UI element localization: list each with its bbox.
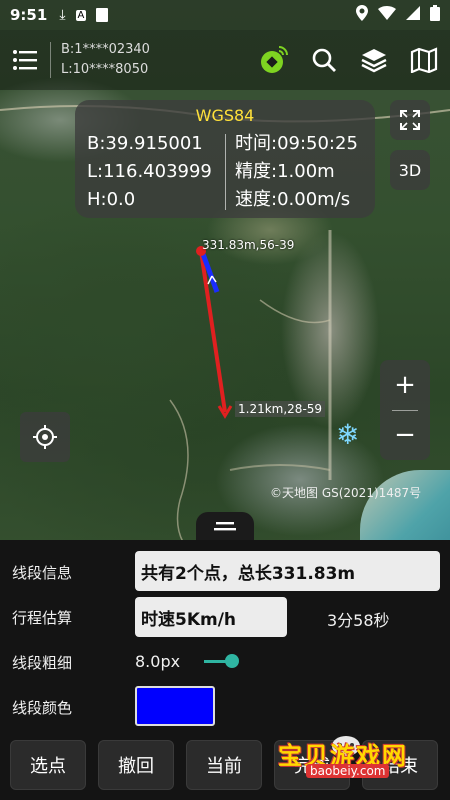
map-button[interactable] <box>406 42 442 78</box>
line-color-swatch[interactable] <box>135 686 215 726</box>
wifi-icon <box>378 6 396 24</box>
layers-icon <box>361 49 387 73</box>
3d-label: 3D <box>398 160 422 180</box>
mini-coordinates: B:1****02340 L:10****8050 <box>61 40 150 80</box>
status-bar: 9:51 ⤓ A <box>0 0 450 30</box>
zoom-out-button[interactable]: − <box>380 410 430 460</box>
point-label-start: 331.83m,56-39 <box>202 238 295 252</box>
thickness-value: 8.0px <box>135 652 181 671</box>
datum-label: WGS84 <box>195 106 255 125</box>
map-icon <box>410 47 438 73</box>
thickness-label: 线段粗细 <box>12 654 73 672</box>
gps-info-panel: WGS84 B:39.915001 L:116.403999 H:0.0 时间:… <box>75 100 375 218</box>
estimate-label: 行程估算 <box>12 609 73 627</box>
status-column: 时间:09:50:25 精度:1.00m 速度:0.00m/s <box>235 130 358 214</box>
location-icon <box>356 5 368 25</box>
fullscreen-button[interactable] <box>390 100 430 140</box>
mini-coord-l: L:10****8050 <box>61 62 149 77</box>
segment-info-label: 线段信息 <box>12 564 73 582</box>
finish-button[interactable]: 完成 <box>274 740 350 790</box>
undo-button[interactable]: 撤回 <box>98 740 174 790</box>
drag-handle-icon <box>214 522 236 531</box>
zoom-control: + − <box>380 360 430 460</box>
map-attribution: ©天地图 GS(2021)1487号 <box>270 486 422 500</box>
select-point-button[interactable]: 选点 <box>10 740 86 790</box>
snowflake-icon[interactable]: ❄ <box>336 418 359 451</box>
status-time: 9:51 <box>10 6 48 24</box>
duration-value: 3分58秒 <box>327 611 390 630</box>
top-toolbar: B:1****02340 L:10****8050 <box>0 30 450 90</box>
app-a-icon: A <box>75 9 87 21</box>
menu-icon <box>13 50 37 70</box>
current-button[interactable]: 当前 <box>186 740 262 790</box>
file-icon <box>96 8 109 22</box>
thickness-slider-thumb[interactable] <box>225 654 239 668</box>
gps-time-value: 时间:09:50:25 <box>235 133 358 154</box>
mini-coord-b: B:1****02340 <box>61 42 150 57</box>
position-column: B:39.915001 L:116.403999 H:0.0 <box>87 130 212 214</box>
crosshair-icon <box>33 425 57 449</box>
gps-satellite-button[interactable] <box>256 42 292 78</box>
toolbar-divider <box>50 42 51 78</box>
search-icon <box>312 48 336 72</box>
locate-button[interactable] <box>20 412 70 462</box>
fullscreen-icon <box>400 110 420 130</box>
signal-icon <box>406 6 420 24</box>
3d-toggle-button[interactable]: 3D <box>390 150 430 190</box>
latitude-value: B:39.915001 <box>87 133 203 154</box>
speed-field[interactable]: 时速5Km/h <box>135 597 287 637</box>
download-icon: ⤓ <box>59 7 66 23</box>
color-label: 线段颜色 <box>12 699 73 717</box>
layers-button[interactable] <box>356 42 392 78</box>
zoom-in-button[interactable]: + <box>380 360 430 410</box>
info-divider <box>225 134 226 210</box>
segment-info-field: 共有2个点，总长331.83m <box>135 551 440 591</box>
menu-button[interactable] <box>0 30 50 90</box>
speed-value: 速度:0.00m/s <box>235 189 351 210</box>
longitude-value: L:116.403999 <box>87 161 212 182</box>
battery-icon <box>430 5 440 25</box>
search-button[interactable] <box>306 42 342 78</box>
point-label-end: 1.21km,28-59 <box>235 401 326 417</box>
accuracy-value: 精度:1.00m <box>235 161 335 182</box>
gps-satellite-icon <box>261 46 288 73</box>
height-value: H:0.0 <box>87 189 136 210</box>
panel-drag-handle[interactable] <box>196 512 254 542</box>
end-button[interactable]: 结束 <box>362 740 438 790</box>
